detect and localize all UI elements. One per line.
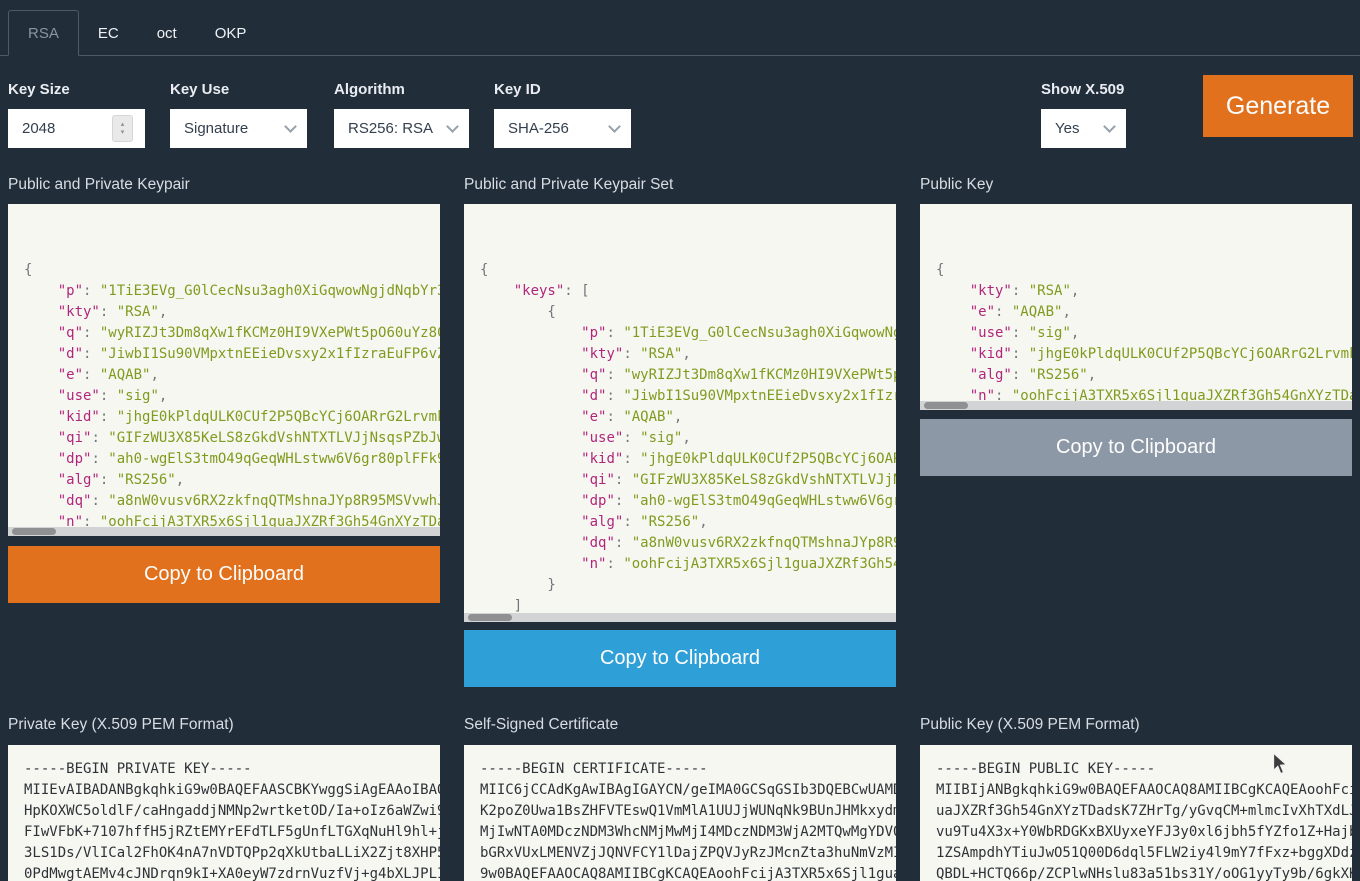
public-key-section-title: Public Key (920, 176, 993, 194)
certificate-title: Self-Signed Certificate (464, 716, 618, 734)
key-use-select[interactable]: Signature (170, 109, 307, 148)
scrollbar-thumb[interactable] (12, 528, 56, 535)
show-x509-select[interactable]: Yes (1041, 109, 1126, 148)
private-key-pem-output[interactable]: -----BEGIN PRIVATE KEY-----MIIEvAIBADANB… (8, 745, 440, 881)
key-id-label: Key ID (494, 81, 541, 98)
private-key-pem-title: Private Key (X.509 PEM Format) (8, 716, 234, 734)
chevron-down-icon (1103, 120, 1116, 133)
tab-okp[interactable]: OKP (196, 11, 266, 55)
keypair-json-output[interactable]: { "p": "1TiE3EVg_G0lCecNsu3agh0XiGqwowNg… (8, 204, 440, 536)
keypair-set-json-output[interactable]: { "keys": [ { "p": "1TiE3EVg_G0lCecNsu3a… (464, 204, 896, 622)
tab-rsa[interactable]: RSA (8, 10, 79, 56)
copy-keypair-set-button[interactable]: Copy to Clipboard (464, 630, 896, 687)
key-use-value: Signature (184, 120, 278, 137)
tab-oct[interactable]: oct (138, 11, 196, 55)
public-key-pem-output[interactable]: -----BEGIN PUBLIC KEY-----MIIBIjANBgkqhk… (920, 745, 1352, 881)
show-x509-value: Yes (1055, 120, 1097, 137)
algorithm-select[interactable]: RS256: RSA (334, 109, 469, 148)
algorithm-label: Algorithm (334, 81, 405, 98)
horizontal-scrollbar[interactable] (464, 613, 896, 622)
keypair-section-title: Public and Private Keypair (8, 176, 190, 194)
key-size-label: Key Size (8, 81, 70, 98)
key-size-input[interactable]: 2048 ▴▾ (8, 109, 145, 148)
copy-public-key-button[interactable]: Copy to Clipboard (920, 419, 1352, 476)
key-id-value: SHA-256 (508, 120, 602, 137)
horizontal-scrollbar[interactable] (8, 527, 440, 536)
key-id-select[interactable]: SHA-256 (494, 109, 631, 148)
copy-keypair-button[interactable]: Copy to Clipboard (8, 546, 440, 603)
key-type-tabbar: RSA EC oct OKP (0, 0, 1360, 56)
tab-ec[interactable]: EC (79, 11, 138, 55)
scrollbar-thumb[interactable] (924, 402, 968, 409)
show-x509-label: Show X.509 (1041, 81, 1124, 98)
horizontal-scrollbar[interactable] (920, 401, 1352, 410)
generate-button[interactable]: Generate (1203, 75, 1353, 137)
keypair-set-section-title: Public and Private Keypair Set (464, 176, 673, 194)
jwk-generator-app: RSA EC oct OKP Key Size Key Use Algorith… (0, 0, 1360, 881)
certificate-output[interactable]: -----BEGIN CERTIFICATE-----MIIC6jCCAdKgA… (464, 745, 896, 881)
number-stepper-icon[interactable]: ▴▾ (112, 115, 133, 142)
key-use-label: Key Use (170, 81, 229, 98)
public-key-pem-title: Public Key (X.509 PEM Format) (920, 716, 1140, 734)
scrollbar-thumb[interactable] (468, 614, 512, 621)
chevron-down-icon (284, 120, 297, 133)
chevron-down-icon (608, 120, 621, 133)
algorithm-value: RS256: RSA (348, 120, 440, 137)
public-key-json-output[interactable]: { "kty": "RSA", "e": "AQAB", "use": "sig… (920, 204, 1352, 410)
key-size-value: 2048 (22, 120, 104, 137)
chevron-down-icon (446, 120, 459, 133)
